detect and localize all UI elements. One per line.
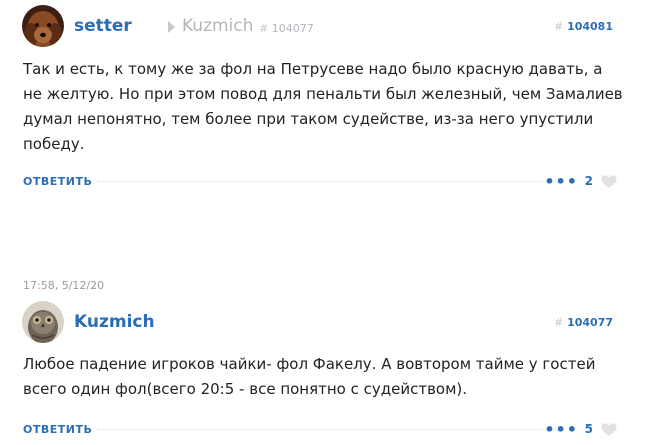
author-name[interactable]: Kuzmich bbox=[74, 312, 155, 332]
hash-icon: # bbox=[259, 22, 269, 35]
divider bbox=[98, 181, 556, 182]
comment-footer: ОТВЕТИТЬ ••• 2 bbox=[23, 170, 618, 192]
caret-right-icon bbox=[168, 21, 175, 33]
comment-permalink[interactable]: # 104081 bbox=[554, 20, 613, 33]
heart-icon[interactable] bbox=[600, 420, 618, 438]
comment-id: 104077 bbox=[567, 316, 613, 329]
comment-id: 104081 bbox=[567, 20, 613, 33]
reply-to-author[interactable]: Kuzmich bbox=[182, 16, 253, 36]
heart-icon[interactable] bbox=[600, 172, 618, 190]
avatar-kuzmich[interactable] bbox=[22, 301, 64, 343]
comment-text: Так и есть, к тому же за фол на Петрусев… bbox=[23, 60, 623, 153]
like-count: 2 bbox=[584, 174, 593, 188]
comment-text: Любое падение игроков чайки- фол Факелу.… bbox=[23, 355, 596, 398]
divider bbox=[98, 429, 556, 430]
reply-button[interactable]: ОТВЕТИТЬ bbox=[23, 175, 92, 188]
comment-footer: ОТВЕТИТЬ ••• 5 bbox=[23, 418, 618, 440]
reply-to-comment-link[interactable]: # 104077 bbox=[259, 22, 314, 35]
comment-permalink[interactable]: # 104077 bbox=[554, 316, 613, 329]
more-options-button[interactable]: ••• bbox=[544, 172, 578, 191]
reply-button[interactable]: ОТВЕТИТЬ bbox=[23, 423, 92, 436]
avatar-setter[interactable] bbox=[22, 5, 64, 47]
author-name[interactable]: setter bbox=[74, 16, 132, 36]
comment-timestamp: 17:58, 5/12/20 bbox=[23, 279, 105, 292]
reply-to-comment-id: 104077 bbox=[271, 22, 314, 35]
like-count: 5 bbox=[584, 422, 593, 436]
hash-icon: # bbox=[554, 316, 564, 329]
more-options-button[interactable]: ••• bbox=[544, 420, 578, 439]
hash-icon: # bbox=[554, 20, 564, 33]
